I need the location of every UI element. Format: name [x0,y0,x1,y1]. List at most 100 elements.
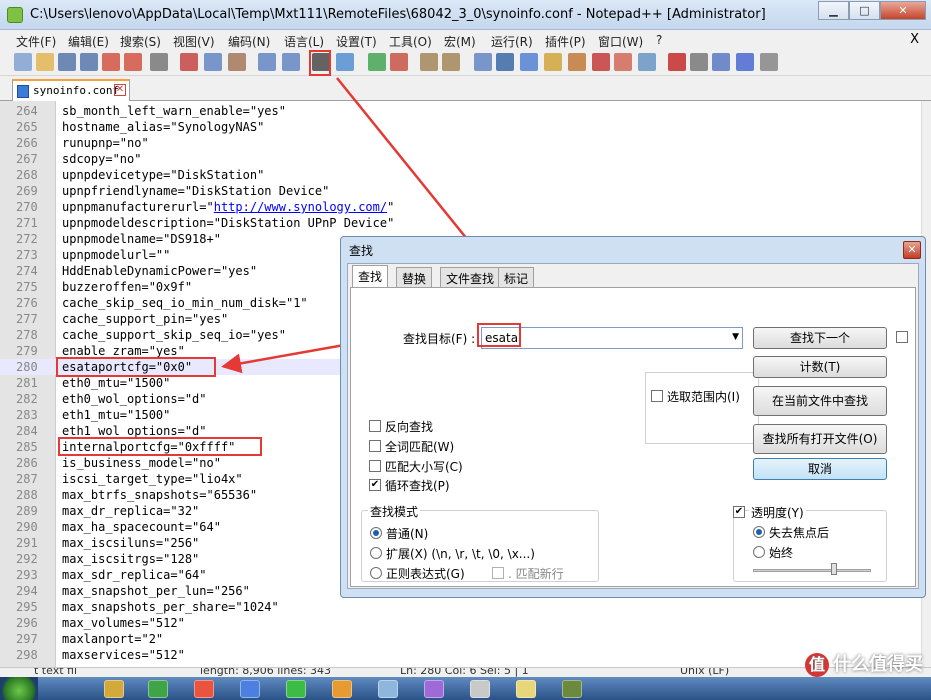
find-all-open-button[interactable]: 查找所有打开文件(O) [753,424,887,454]
tab-synoinfo-conf[interactable]: synoinfo.conf ✕ [12,79,130,101]
wrap-icon[interactable] [474,53,492,71]
replace-icon[interactable] [336,53,354,71]
menu-run[interactable]: 运行(R) [491,33,533,50]
regex-mode-radio[interactable] [370,567,382,579]
match-case-checkbox[interactable] [369,460,381,472]
app2-taskbar-icon[interactable] [332,680,352,698]
close-icon[interactable] [102,53,120,71]
menu-macro[interactable]: 宏(M) [444,33,476,50]
save-macro-icon[interactable] [760,53,778,71]
tab-find-in-files[interactable]: 文件查找 [440,267,501,287]
indent-guide-icon[interactable] [520,53,538,71]
play-icon[interactable] [712,53,730,71]
all-chars-icon[interactable] [496,53,514,71]
zoom-in-icon[interactable] [368,53,386,71]
code-line[interactable]: 264 sb_month_left_warn_enable="yes" [0,103,921,119]
doc-map-icon[interactable] [568,53,586,71]
chrome-taskbar-icon[interactable] [194,680,214,698]
save-icon[interactable] [58,53,76,71]
tab-replace[interactable]: 替换 [396,267,433,287]
transparency-checkbox[interactable]: ✔ [733,506,745,518]
play-multi-icon[interactable] [736,53,754,71]
monitor-icon[interactable] [638,53,656,71]
copy-icon[interactable] [204,53,222,71]
maximize-button[interactable]: □ [849,1,880,20]
wechat-taskbar-icon[interactable] [286,680,306,698]
code-line[interactable]: 296 max_volumes="512" [0,615,921,631]
code-line[interactable]: 295 max_snapshots_per_share="1024" [0,599,921,615]
save-all-icon[interactable] [80,53,98,71]
code-line[interactable]: 265 hostname_alias="SynologyNAS" [0,119,921,135]
cut-icon[interactable] [180,53,198,71]
close-all-icon[interactable] [124,53,142,71]
count-button[interactable]: 计数(T) [753,356,887,378]
always-radio[interactable] [753,546,765,558]
menu-window[interactable]: 窗口(W) [598,33,643,50]
sync-h-icon[interactable] [442,53,460,71]
zoom-out-icon[interactable] [390,53,408,71]
notepad-taskbar-icon[interactable] [516,680,536,698]
code-line[interactable]: 271 upnpmodeldescription="DiskStation UPn… [0,215,921,231]
app3-taskbar-icon[interactable] [378,680,398,698]
record-icon[interactable] [668,53,686,71]
code-line[interactable]: 270 upnpmanufacturerurl="http://www.synol… [0,199,921,215]
new-file-icon[interactable] [14,53,32,71]
code-line[interactable]: 267 sdcopy="no" [0,151,921,167]
code-line[interactable]: 297 maxlanport="2" [0,631,921,647]
udl-icon[interactable] [544,53,562,71]
menu-search[interactable]: 搜索(S) [120,33,161,50]
transparency-slider-thumb[interactable] [831,563,837,575]
paste-icon[interactable] [228,53,246,71]
start-button-icon[interactable] [0,677,38,700]
open-file-icon[interactable] [36,53,54,71]
chevron-down-icon[interactable]: ▼ [732,332,739,342]
tab-find[interactable]: 查找 [352,265,389,287]
app5-taskbar-icon[interactable] [470,680,490,698]
extended-mode-radio[interactable] [370,547,382,559]
app6-taskbar-icon[interactable] [562,680,582,698]
url-link[interactable]: http://www.synology.com/ [214,200,387,214]
menu-settings[interactable]: 设置(T) [336,33,377,50]
close-document-icon[interactable]: X [910,32,919,47]
title-bar[interactable]: C:\Users\lenovo\AppData\Local\Temp\Mxt11… [0,0,931,30]
cancel-button[interactable]: 取消 [753,458,887,480]
in-selection-checkbox[interactable] [651,390,663,402]
app4-taskbar-icon[interactable] [424,680,444,698]
app-taskbar-icon[interactable] [240,680,260,698]
menu-plugins[interactable]: 插件(P) [545,33,586,50]
folder-taskbar-icon[interactable] [104,680,124,698]
menu-help[interactable]: ? [656,33,662,47]
whole-word-checkbox[interactable] [369,440,381,452]
undo-icon[interactable] [258,53,276,71]
code-line[interactable]: 266 runupnp="no" [0,135,921,151]
menu-file[interactable]: 文件(F) [16,33,56,50]
menu-view[interactable]: 视图(V) [173,33,215,50]
menu-edit[interactable]: 编辑(E) [68,33,109,50]
menu-tools[interactable]: 工具(O) [389,33,432,50]
redo-icon[interactable] [282,53,300,71]
find-next-button[interactable]: 查找下一个 [753,327,887,349]
minimize-button[interactable]: ▁ [818,1,849,20]
dialog-close-icon[interactable]: ✕ [903,241,921,259]
transparency-slider-track[interactable] [753,569,871,572]
code-line[interactable]: 298 maxservices="512" [0,647,921,663]
on-lose-focus-radio[interactable] [753,526,765,538]
code-line[interactable]: 268 upnpdevicetype="DiskStation" [0,167,921,183]
ie-taskbar-icon[interactable] [148,680,168,698]
normal-mode-radio[interactable] [370,527,382,539]
function-list-icon[interactable] [592,53,610,71]
backward-checkbox[interactable] [369,420,381,432]
tab-close-icon[interactable]: ✕ [114,84,126,96]
wrap-around-checkbox[interactable]: ✔ [369,479,381,491]
tab-mark[interactable]: 标记 [498,267,535,287]
folder-workspace-icon[interactable] [614,53,632,71]
stop-icon[interactable] [690,53,708,71]
close-window-button[interactable]: ✕ [880,1,926,20]
code-line[interactable]: 269 upnpfriendlyname="DiskStation Device" [0,183,921,199]
menu-encoding[interactable]: 编码(N) [228,33,270,50]
sync-v-icon[interactable] [420,53,438,71]
dot-newline-checkbox[interactable] [492,567,504,579]
print-icon[interactable] [150,53,168,71]
find-next-option-checkbox[interactable] [896,331,908,343]
find-in-current-button[interactable]: 在当前文件中查找 [753,386,887,416]
